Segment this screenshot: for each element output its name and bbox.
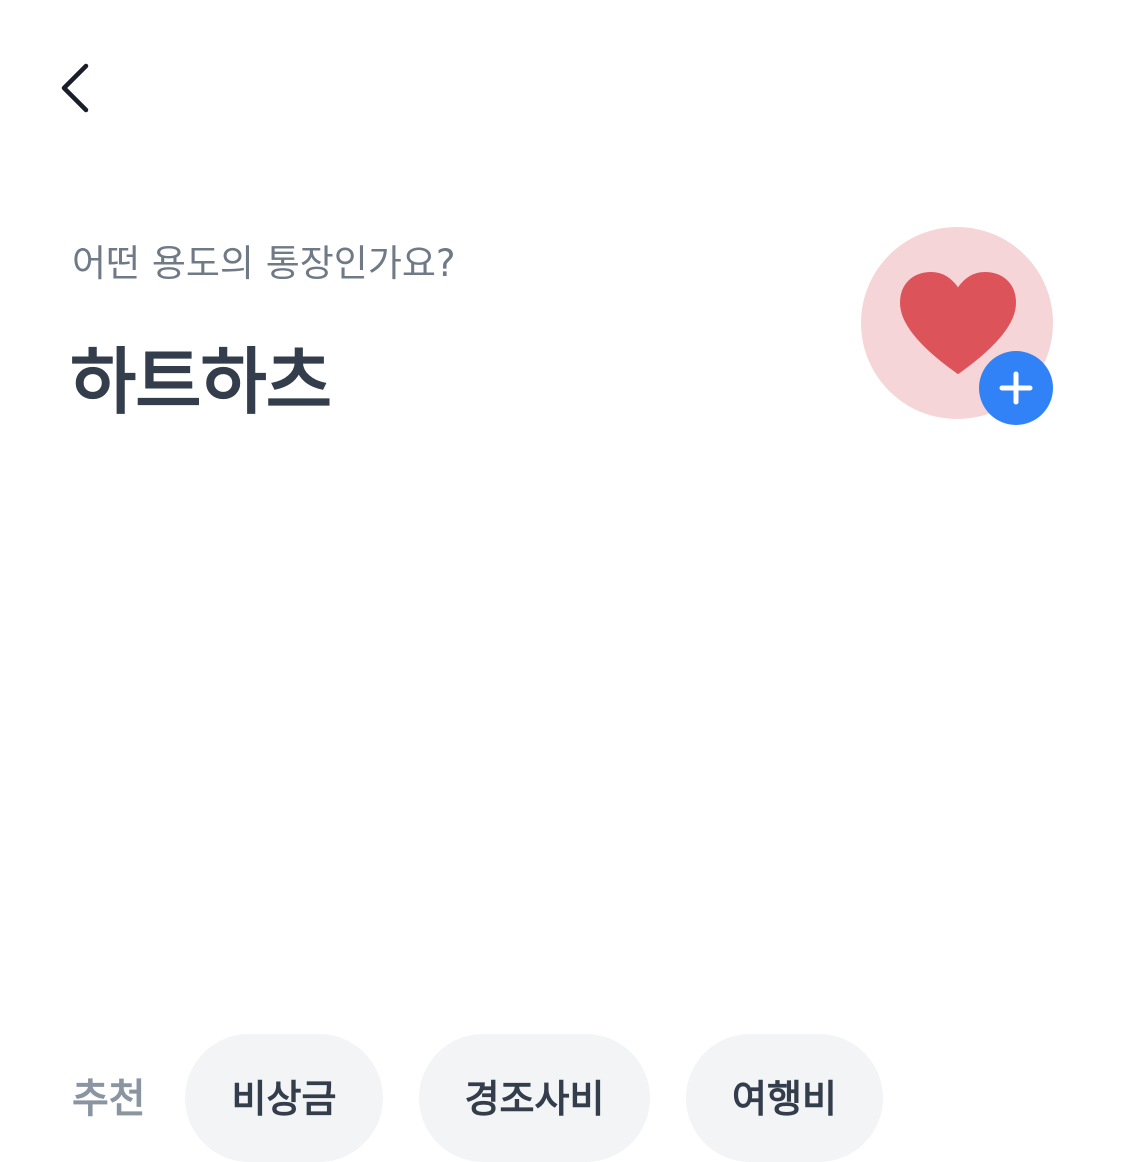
suggestion-chip-emergency-fund[interactable]: 비상금 — [185, 1034, 383, 1162]
chevron-left-icon — [61, 63, 89, 113]
chip-label: 여행비 — [732, 1077, 837, 1121]
chip-label: 경조사비 — [464, 1077, 605, 1121]
suggestion-chip-family-events[interactable]: 경조사비 — [419, 1034, 650, 1162]
purpose-question: 어떤 용도의 통장인가요? — [72, 242, 456, 285]
plus-icon — [999, 371, 1033, 405]
recommend-label: 추천 — [72, 1076, 146, 1122]
back-button[interactable] — [40, 50, 110, 126]
chip-label: 비상금 — [231, 1077, 337, 1121]
account-icon-button[interactable] — [861, 227, 1053, 425]
add-icon-badge[interactable] — [979, 351, 1053, 425]
suggestion-chip-travel[interactable]: 여행비 — [686, 1034, 883, 1162]
account-name-input[interactable] — [70, 330, 750, 420]
recommendation-bar: 추천 비상금 경조사비 여행비 — [0, 1034, 1125, 1162]
